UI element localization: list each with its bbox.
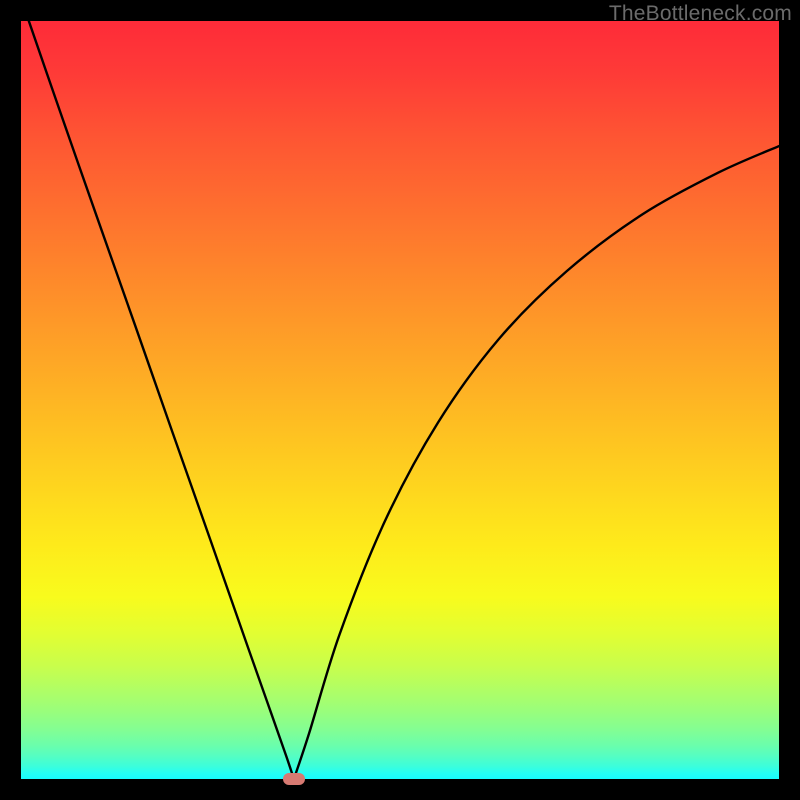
watermark-text: TheBottleneck.com <box>609 2 792 26</box>
optimal-point-marker <box>283 773 305 785</box>
chart-plot-area <box>21 21 779 779</box>
